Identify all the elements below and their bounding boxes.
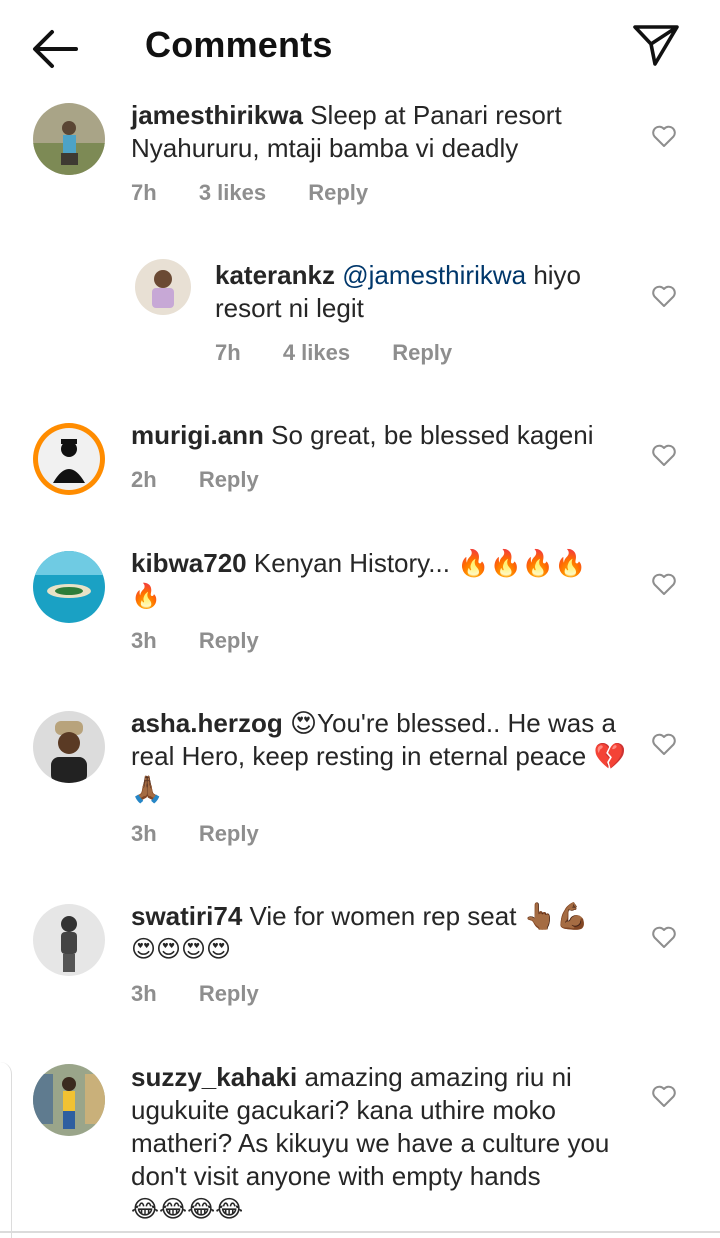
reply-button[interactable]: Reply: [199, 628, 259, 653]
comment-text: asha.herzog 😍You're blessed.. He was a r…: [131, 707, 631, 806]
comment-emoji: 😍😍😍😍: [131, 935, 232, 963]
comment-meta: 3h Reply: [131, 821, 295, 847]
send-icon: [633, 25, 679, 66]
comment-username[interactable]: kibwa720: [131, 548, 247, 578]
comment-text: swatiri74 Vie for women rep seat 👆🏾💪🏾 😍😍…: [131, 900, 631, 966]
comment-text: kibwa720 Kenyan History... 🔥🔥🔥🔥 🔥: [131, 547, 631, 613]
comment-time: 3h: [131, 981, 157, 1006]
avatar[interactable]: [33, 1064, 105, 1136]
comment-text: katerankz @jamesthirikwa hiyo resort ni …: [215, 259, 635, 325]
avatar[interactable]: [135, 259, 191, 315]
comment-username[interactable]: jamesthirikwa: [131, 100, 303, 130]
reply-button[interactable]: Reply: [392, 340, 452, 365]
reply-button[interactable]: Reply: [199, 467, 259, 492]
heart-icon[interactable]: [651, 124, 677, 148]
comment-text: suzzy_kahaki amazing amazing riu ni uguk…: [131, 1061, 631, 1226]
arrow-left-icon: [33, 30, 78, 68]
comment-time: 3h: [131, 821, 157, 846]
heart-icon[interactable]: [651, 284, 677, 308]
comment-text: jamesthirikwa Sleep at Panari resort Nya…: [131, 99, 631, 165]
comment-time: 7h: [215, 340, 241, 365]
top-bar: Comments: [0, 0, 720, 92]
comment-meta: 3h Reply: [131, 628, 295, 654]
reply-button[interactable]: Reply: [199, 821, 259, 846]
avatar[interactable]: [33, 551, 105, 623]
reply-button[interactable]: Reply: [308, 180, 368, 205]
comment-meta: 7h 4 likes Reply: [215, 340, 488, 366]
comment-username[interactable]: murigi.ann: [131, 420, 264, 450]
heart-icon[interactable]: [651, 1084, 677, 1108]
comment-time: 3h: [131, 628, 157, 653]
page-title: Comments: [145, 24, 333, 65]
comment-time: 2h: [131, 467, 157, 492]
comment-username[interactable]: katerankz: [215, 260, 335, 290]
heart-icon[interactable]: [651, 925, 677, 949]
comment-body: Vie for women rep seat 👆🏾💪🏾: [249, 901, 589, 931]
comment-body: Kenyan History... 🔥🔥🔥🔥: [253, 548, 587, 578]
comment-username[interactable]: suzzy_kahaki: [131, 1062, 297, 1092]
comment-mention[interactable]: @jamesthirikwa: [342, 260, 526, 290]
share-button[interactable]: [630, 20, 682, 70]
divider: [0, 1231, 720, 1233]
comment-body: So great, be blessed kageni: [271, 420, 594, 450]
avatar[interactable]: [33, 423, 105, 495]
comment-emoji: 😂😂😂😂: [131, 1195, 244, 1223]
comment-meta: 3h Reply: [131, 981, 295, 1007]
avatar[interactable]: [33, 711, 105, 783]
avatar[interactable]: [33, 904, 105, 976]
heart-icon[interactable]: [651, 443, 677, 467]
back-button[interactable]: [28, 22, 84, 72]
reply-button[interactable]: Reply: [199, 981, 259, 1006]
comment-meta: 7h 3 likes Reply: [131, 180, 404, 206]
edge-handle: [0, 1062, 12, 1238]
comment-meta: 2h Reply: [131, 467, 295, 493]
avatar[interactable]: [33, 103, 105, 175]
comment-time: 7h: [131, 180, 157, 205]
comment-username[interactable]: swatiri74: [131, 901, 242, 931]
comment-username[interactable]: asha.herzog: [131, 708, 283, 738]
comment-likes[interactable]: 4 likes: [283, 340, 350, 365]
comment-text: murigi.ann So great, be blessed kageni: [131, 419, 631, 452]
heart-icon[interactable]: [651, 732, 677, 756]
heart-icon[interactable]: [651, 572, 677, 596]
comment-likes[interactable]: 3 likes: [199, 180, 266, 205]
comment-emoji: 🔥: [131, 582, 161, 610]
